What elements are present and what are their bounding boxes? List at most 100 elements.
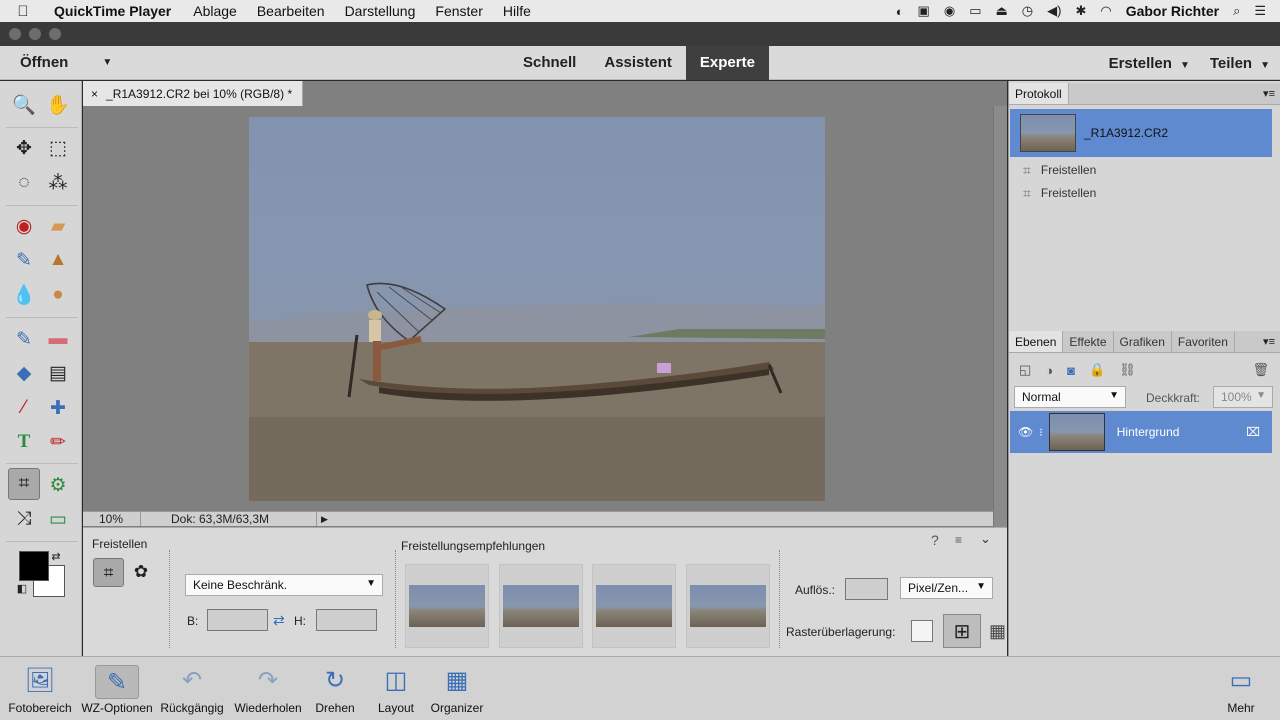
notification-center-icon[interactable]: ☰ [1254, 3, 1266, 19]
paint-bucket-tool-icon[interactable]: ◆ [9, 358, 39, 388]
tab-effects[interactable]: Effekte [1063, 331, 1114, 352]
history-step[interactable]: ⌗ Freistellen [1023, 182, 1096, 204]
layout-button[interactable]: ◫ Layout [372, 657, 420, 720]
crop-cookie-cutter-icon[interactable]: ✿ [127, 558, 155, 586]
height-field[interactable] [316, 609, 377, 631]
content-aware-move-tool-icon[interactable]: ⤨ [9, 504, 39, 534]
panel-menu-icon[interactable]: ▾≡ [1263, 331, 1280, 352]
zoom-tool-icon[interactable]: 🔍 [9, 90, 39, 120]
magic-wand-tool-icon[interactable]: ⁂ [43, 168, 73, 198]
tab-layers[interactable]: Ebenen [1009, 331, 1064, 352]
straighten-tool-icon[interactable]: ▭ [43, 504, 73, 534]
swap-dimensions-icon[interactable]: ⇄ [273, 612, 285, 629]
link-icon[interactable]: ⛓ [1119, 362, 1136, 378]
grid-overlay-none-button[interactable] [911, 620, 933, 642]
tab-schnell[interactable]: Schnell [509, 46, 590, 80]
more-button[interactable]: ▭ Mehr [1216, 657, 1266, 720]
crop-suggestion-2[interactable] [499, 564, 583, 648]
red-eye-tool-icon[interactable]: ◉ [9, 211, 39, 241]
lasso-tool-icon[interactable]: ◌ [9, 168, 39, 198]
photo-bin-button[interactable]: 🖼 Fotobereich [4, 657, 76, 720]
move-tool-icon[interactable]: ✥ [9, 133, 39, 163]
marquee-tool-icon[interactable]: ⬚ [43, 133, 73, 163]
layer-row[interactable]: 👁 ⁝ Hintergrund ⌧ [1010, 411, 1272, 453]
undo-button[interactable]: ↶ Rückgängig [158, 657, 226, 720]
crop-suggestion-4[interactable] [686, 564, 770, 648]
gradient-tool-icon[interactable]: ▤ [43, 358, 73, 388]
type-tool-icon[interactable]: T [9, 427, 39, 457]
menu-app-name[interactable]: QuickTime Player [46, 3, 183, 19]
clone-stamp-tool-icon[interactable]: ▲ [43, 245, 73, 275]
collapse-chevron-icon[interactable]: ⌄ [980, 531, 991, 547]
tab-history[interactable]: Protokoll [1009, 83, 1069, 104]
tab-favorites[interactable]: Favoriten [1172, 331, 1235, 352]
window-zoom-button[interactable] [49, 28, 61, 40]
user-name[interactable]: Gabor Richter [1126, 3, 1219, 19]
blend-mode-select[interactable]: Normal ▼ [1014, 386, 1126, 408]
trash-icon[interactable]: 🗑 [1252, 362, 1269, 378]
menu-darstellung[interactable]: Darstellung [335, 3, 426, 19]
layer-link-icon[interactable]: ⁝ [1039, 426, 1043, 439]
zoom-level[interactable]: 10% [83, 512, 141, 526]
history-snapshot[interactable]: _R1A3912.CR2 [1010, 109, 1272, 157]
swap-colors-icon[interactable]: ⇄ [48, 548, 64, 564]
organizer-button[interactable]: ▦ Organizer [426, 657, 488, 720]
custom-shape-tool-icon[interactable]: ✚ [43, 393, 73, 423]
grid-overlay-thirds-button[interactable]: ⊞ [943, 614, 981, 648]
bluetooth-icon[interactable]: ✱ [1075, 3, 1086, 19]
eyedropper-tool-icon[interactable]: ⁄ [9, 393, 39, 423]
adjustment-layer-icon[interactable]: ◑ [1045, 363, 1053, 378]
create-menu-button[interactable]: Erstellen ▼ [1099, 55, 1200, 72]
window-minimize-button[interactable] [29, 28, 41, 40]
close-tab-icon[interactable]: × [91, 87, 98, 101]
smart-brush-tool-icon[interactable]: ✎ [9, 245, 39, 275]
brush-tool-icon[interactable]: ✎ [9, 324, 39, 354]
crop-suggestion-1[interactable] [405, 564, 489, 648]
crop-standard-icon[interactable]: ⌗ [93, 558, 124, 587]
blur-tool-icon[interactable]: 💧 [9, 280, 39, 310]
width-field[interactable] [207, 609, 268, 631]
menu-ablage[interactable]: Ablage [183, 3, 247, 19]
sponge-tool-icon[interactable]: ● [43, 280, 73, 310]
wifi-icon[interactable]: ◠ [1100, 3, 1111, 19]
crop-suggestion-3[interactable] [592, 564, 676, 648]
opacity-field[interactable]: 100% ▼ [1213, 386, 1273, 408]
healing-brush-tool-icon[interactable]: ▰ [43, 211, 73, 241]
window-close-button[interactable] [9, 28, 21, 40]
vertical-scrollbar[interactable] [993, 106, 1007, 527]
history-step[interactable]: ⌗ Freistellen [1023, 159, 1096, 181]
rotate-button[interactable]: ↻ Drehen [310, 657, 360, 720]
crop-tool-icon[interactable]: ⌗ [8, 468, 40, 500]
redo-button[interactable]: ↷ Wiederholen [230, 657, 306, 720]
visibility-eye-icon[interactable]: 👁 [1018, 425, 1033, 439]
default-colors-icon[interactable]: ◧ [14, 580, 30, 596]
help-icon[interactable]: ? [931, 532, 939, 548]
tab-graphics[interactable]: Grafiken [1114, 331, 1172, 352]
resolution-unit-select[interactable]: Pixel/Zen... ▼ [900, 577, 993, 599]
recompose-tool-icon[interactable]: ⚙ [43, 470, 73, 500]
status-eject-icon[interactable]: ⏏ [995, 3, 1007, 19]
tool-options-button[interactable]: ✎ WZ-Optionen [78, 657, 156, 720]
menu-fenster[interactable]: Fenster [425, 3, 492, 19]
panel-menu-icon[interactable]: ≡ [955, 533, 962, 547]
apple-icon[interactable]:  [0, 3, 46, 20]
status-record-icon[interactable]: ◉ [944, 3, 955, 19]
lock-icon[interactable]: 🔒 [1089, 362, 1105, 378]
volume-icon[interactable]: ◀) [1047, 3, 1061, 19]
tab-assistent[interactable]: Assistent [590, 46, 686, 80]
status-display-icon[interactable]: ▣ [918, 3, 930, 19]
crop-constraint-select[interactable]: Keine Beschränk. ▼ [185, 574, 383, 596]
grid-overlay-grid-button[interactable]: ▦ [989, 621, 1006, 642]
eraser-tool-icon[interactable]: ▬ [43, 324, 73, 354]
foreground-color-swatch[interactable] [19, 551, 49, 581]
new-layer-icon[interactable]: ◱ [1019, 362, 1031, 378]
image-canvas[interactable] [249, 117, 825, 501]
tab-experte[interactable]: Experte [685, 46, 769, 80]
status-moon-icon[interactable]: ◐ [896, 4, 904, 19]
spotlight-search-icon[interactable]: ⌕ [1233, 3, 1240, 19]
document-tab[interactable]: × _R1A3912.CR2 bei 10% (RGB/8) * [83, 81, 304, 106]
layer-mask-icon[interactable]: ◙ [1067, 363, 1075, 378]
menu-hilfe[interactable]: Hilfe [493, 3, 541, 19]
share-menu-button[interactable]: Teilen ▼ [1200, 55, 1280, 72]
open-menu-button[interactable]: Öffnen ▼ [0, 54, 112, 71]
